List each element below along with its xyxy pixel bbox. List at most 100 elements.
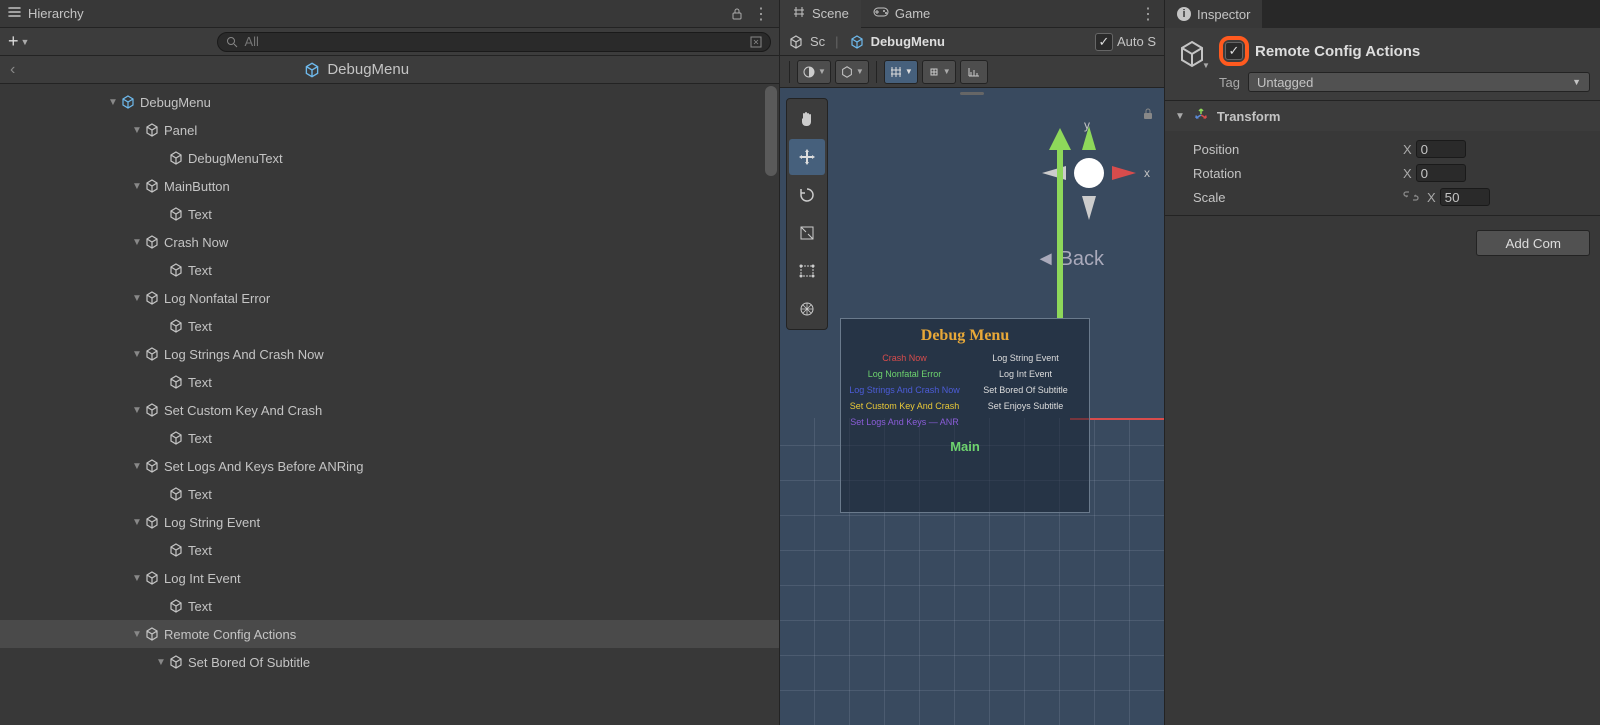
- rotation-x-field[interactable]: [1416, 164, 1466, 182]
- tree-item-label: DebugMenuText: [188, 151, 283, 166]
- tab-game[interactable]: Game: [861, 0, 942, 28]
- tree-item[interactable]: Text: [0, 536, 779, 564]
- add-button[interactable]: + ▼: [8, 31, 29, 52]
- tab-scene[interactable]: Scene: [780, 0, 861, 28]
- tree-item[interactable]: ▼ Log String Event: [0, 508, 779, 536]
- foldout-icon[interactable]: ▼: [130, 461, 144, 472]
- kebab-menu-icon[interactable]: ⋮: [1138, 4, 1158, 24]
- kebab-menu-icon[interactable]: ⋮: [751, 4, 771, 24]
- move-gizmo-arrow[interactable]: [1045, 128, 1075, 318]
- tree-item[interactable]: ▼ Set Bored Of Subtitle: [0, 648, 779, 676]
- gameobject-icon: [168, 598, 184, 614]
- tree-item[interactable]: ▼Remote Config Actions: [0, 620, 779, 648]
- scrollbar-thumb[interactable]: [765, 86, 777, 176]
- foldout-icon[interactable]: ▼: [130, 237, 144, 248]
- foldout-icon[interactable]: ▼: [130, 125, 144, 136]
- foldout-icon[interactable]: ▼: [130, 629, 144, 640]
- gameobject-icon: [168, 318, 184, 334]
- constrain-icon[interactable]: [1403, 189, 1419, 206]
- add-component-button[interactable]: Add Com: [1476, 230, 1590, 256]
- breadcrumb-label[interactable]: DebugMenu: [327, 61, 409, 78]
- tree-item[interactable]: ▼Set Custom Key And Crash: [0, 396, 779, 424]
- tree-item[interactable]: ▼Set Logs And Keys Before ANRing: [0, 452, 779, 480]
- tree-item[interactable]: ▼Panel: [0, 116, 779, 144]
- tree-item[interactable]: ▼Log Nonfatal Error: [0, 284, 779, 312]
- object-name-field[interactable]: Remote Config Actions: [1255, 43, 1420, 60]
- foldout-icon[interactable]: ▼: [130, 517, 144, 528]
- crumb-sc[interactable]: Sc: [810, 34, 825, 49]
- search-input[interactable]: [217, 32, 771, 52]
- gameobject-icon: [168, 262, 184, 278]
- tree-item[interactable]: ▼Log Strings And Crash Now: [0, 340, 779, 368]
- snap-button[interactable]: ▼: [922, 60, 956, 84]
- enabled-checkbox[interactable]: [1225, 42, 1243, 60]
- gameobject-icon: [168, 654, 184, 670]
- rotate-tool[interactable]: [789, 177, 825, 213]
- tree-item-label: Text: [188, 543, 212, 558]
- foldout-icon[interactable]: ▼: [130, 405, 144, 416]
- expand-icon[interactable]: [750, 36, 762, 48]
- lock-icon[interactable]: [727, 4, 747, 24]
- tree-item[interactable]: Text: [0, 312, 779, 340]
- hand-tool[interactable]: [789, 101, 825, 137]
- shading-mode-button[interactable]: ▼: [797, 60, 831, 84]
- auto-save-checkbox[interactable]: [1095, 33, 1113, 51]
- tree-item[interactable]: Text: [0, 200, 779, 228]
- tree-item[interactable]: ▼DebugMenu: [0, 88, 779, 116]
- transform-header[interactable]: ▼ Transform: [1165, 101, 1600, 131]
- scale-tool[interactable]: [789, 215, 825, 251]
- foldout-icon[interactable]: ▼: [154, 657, 168, 668]
- tag-dropdown[interactable]: Untagged ▼: [1248, 72, 1590, 92]
- tree-item[interactable]: Text: [0, 256, 779, 284]
- hierarchy-tree[interactable]: ▼DebugMenu▼Panel DebugMenuText ▼MainButton…: [0, 84, 779, 725]
- search-text-input[interactable]: [244, 34, 744, 49]
- tree-item[interactable]: Text: [0, 424, 779, 452]
- position-label: Position: [1175, 142, 1395, 157]
- x-label: X: [1403, 166, 1412, 181]
- foldout-icon[interactable]: ▼: [130, 293, 144, 304]
- scene-viewport[interactable]: y x ◄ Back Debug Menu Crash NowLog Nonfa…: [780, 88, 1164, 725]
- preview-button: Log Nonfatal Error: [849, 369, 960, 379]
- tab-inspector[interactable]: i Inspector: [1165, 0, 1262, 28]
- move-tool[interactable]: [789, 139, 825, 175]
- crumb-debugmenu[interactable]: DebugMenu: [871, 34, 945, 49]
- foldout-icon[interactable]: ▼: [130, 349, 144, 360]
- drag-handle-icon[interactable]: [960, 92, 984, 95]
- foldout-icon[interactable]: ▼: [130, 181, 144, 192]
- gameobject-icon: [168, 430, 184, 446]
- grid-toggle-button[interactable]: ▼: [884, 60, 918, 84]
- gameobject-icon: [144, 122, 160, 138]
- gameobject-icon[interactable]: ▼: [1175, 36, 1211, 72]
- gizmo-y-label: y: [1084, 118, 1090, 132]
- scale-x-field[interactable]: [1440, 188, 1490, 206]
- tree-item[interactable]: ▼MainButton: [0, 172, 779, 200]
- 2d-toggle-button[interactable]: ▼: [835, 60, 869, 84]
- search-icon: [226, 36, 238, 48]
- tree-item[interactable]: ▼Crash Now: [0, 228, 779, 256]
- tool-strip: [786, 98, 828, 330]
- rect-tool[interactable]: [789, 253, 825, 289]
- transform-component: ▼ Transform Position X Rotation X: [1165, 101, 1600, 216]
- auto-save-toggle[interactable]: Auto S: [1095, 33, 1156, 51]
- debug-menu-canvas[interactable]: Debug Menu Crash NowLog Nonfatal ErrorLo…: [840, 318, 1090, 513]
- inspector-header: ▼ Remote Config Actions Tag Untagged ▼: [1165, 28, 1600, 101]
- tree-item-label: Log String Event: [164, 515, 260, 530]
- foldout-icon[interactable]: ▼: [1175, 111, 1185, 122]
- dm-main-button: Main: [849, 439, 1081, 454]
- tree-item[interactable]: Text: [0, 480, 779, 508]
- prefab-icon: [849, 34, 865, 50]
- transform-tool[interactable]: [789, 291, 825, 327]
- back-chevron-icon[interactable]: ‹: [10, 61, 15, 79]
- tree-item[interactable]: ▼Log Int Event: [0, 564, 779, 592]
- foldout-icon[interactable]: ▼: [130, 573, 144, 584]
- position-x-field[interactable]: [1416, 140, 1466, 158]
- tree-item[interactable]: Text: [0, 592, 779, 620]
- tree-item[interactable]: DebugMenuText: [0, 144, 779, 172]
- gameobject-icon: [168, 486, 184, 502]
- preview-button: Set Enjoys Subtitle: [970, 401, 1081, 411]
- increment-button[interactable]: [960, 60, 988, 84]
- foldout-icon[interactable]: ▼: [106, 97, 120, 108]
- tree-item-label: Set Bored Of Subtitle: [188, 655, 310, 670]
- gameobject-icon: [168, 374, 184, 390]
- tree-item[interactable]: Text: [0, 368, 779, 396]
